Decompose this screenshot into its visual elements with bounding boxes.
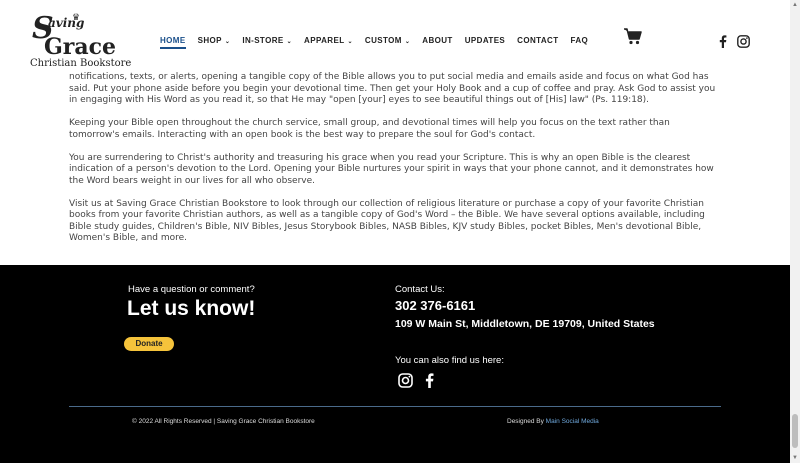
logo-word-saving: aving xyxy=(48,16,85,30)
facebook-icon[interactable] xyxy=(425,373,434,393)
nav-label: APPAREL xyxy=(304,36,345,45)
nav-item-apparel[interactable]: APPAREL ⌄ xyxy=(304,36,353,49)
nav-label: IN-STORE xyxy=(242,36,284,45)
nav-item-shop[interactable]: SHOP ⌄ xyxy=(198,36,231,49)
article-body: notifications, texts, or alerts, opening… xyxy=(69,72,721,256)
nav-item-custom[interactable]: CUSTOM ⌄ xyxy=(365,36,410,49)
nav-item-updates[interactable]: UPDATES xyxy=(465,36,505,49)
chevron-down-icon: ⌄ xyxy=(347,39,353,45)
footer-designed-by: Designed By Main Social Media xyxy=(507,418,599,425)
footer-copyright: © 2022 All Rights Reserved | Saving Grac… xyxy=(132,418,315,425)
nav-item-home[interactable]: HOME xyxy=(160,36,186,49)
page-scrollbar[interactable]: ▲ ▼ xyxy=(790,0,800,463)
scroll-down-icon[interactable]: ▼ xyxy=(790,453,800,463)
nav-item-faq[interactable]: FAQ xyxy=(570,36,588,49)
logo-word-grace: Grace xyxy=(44,34,117,60)
footer-question: Have a question or comment? xyxy=(128,284,255,295)
footer-contact-label: Contact Us: xyxy=(395,284,445,295)
cart-icon[interactable] xyxy=(624,28,642,50)
instagram-icon[interactable] xyxy=(737,35,750,53)
nav-label: ABOUT xyxy=(422,36,453,45)
logo-subtitle: Christian Bookstore xyxy=(30,58,132,69)
nav-item-contact[interactable]: CONTACT xyxy=(517,36,558,49)
footer-phone[interactable]: 302 376-6161 xyxy=(395,298,475,313)
footer-address: 109 W Main St, Middletown, DE 19709, Uni… xyxy=(395,318,655,330)
site-header: ♛ S aving Grace Christian Bookstore HOME… xyxy=(0,0,790,72)
site-footer: Have a question or comment? Let us know!… xyxy=(0,265,790,463)
nav-label: UPDATES xyxy=(464,36,506,45)
footer-headline: Let us know! xyxy=(127,297,256,320)
site-logo[interactable]: ♛ S aving Grace Christian Bookstore xyxy=(30,12,131,70)
scrollbar-thumb[interactable] xyxy=(792,414,798,448)
footer-find-us: You can also find us here: xyxy=(395,355,504,366)
chevron-down-icon: ⌄ xyxy=(286,39,293,45)
article-paragraph: Visit us at Saving Grace Christian Books… xyxy=(69,198,705,244)
footer-divider xyxy=(69,406,721,407)
main-nav: HOME SHOP ⌄ IN-STORE ⌄ APPAREL ⌄ CUSTOM ⌄ AB… xyxy=(160,36,600,49)
nav-label: CONTACT xyxy=(517,36,559,45)
article-paragraph: Keeping your Bible open throughout the c… xyxy=(69,118,670,140)
facebook-icon[interactable] xyxy=(719,35,727,53)
designer-link[interactable]: Main Social Media xyxy=(546,418,599,425)
scroll-up-icon[interactable]: ▲ xyxy=(790,0,800,10)
donate-button[interactable]: Donate xyxy=(124,337,174,351)
nav-item-in-store[interactable]: IN-STORE ⌄ xyxy=(242,36,292,49)
nav-label: FAQ xyxy=(570,36,589,45)
nav-label: HOME xyxy=(160,36,186,45)
article-paragraph: You are surrendering to Christ's authori… xyxy=(69,152,714,186)
designed-by-label: Designed By xyxy=(507,418,546,425)
chevron-down-icon: ⌄ xyxy=(224,39,231,45)
chevron-down-icon: ⌄ xyxy=(404,39,411,45)
nav-label: SHOP xyxy=(197,36,222,45)
nav-item-about[interactable]: ABOUT xyxy=(422,36,452,49)
article-paragraph: notifications, texts, or alerts, opening… xyxy=(69,72,716,105)
nav-label: CUSTOM xyxy=(364,36,402,45)
instagram-icon[interactable] xyxy=(398,373,413,393)
